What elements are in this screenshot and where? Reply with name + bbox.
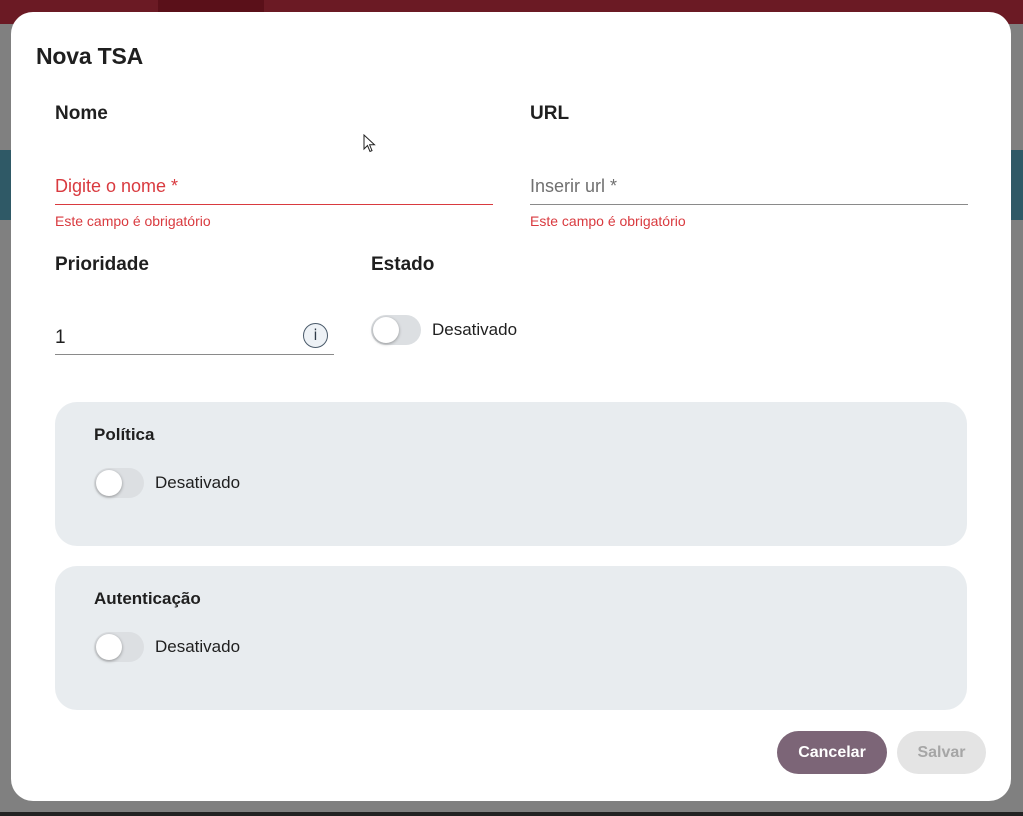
priority-input[interactable]: 1 i: [55, 323, 334, 355]
background-footer: [0, 812, 1023, 816]
policy-toggle-label: Desativado: [155, 473, 241, 492]
authentication-panel: Autenticação Desativado: [55, 566, 967, 710]
url-input[interactable]: Inserir url *: [530, 173, 968, 205]
name-placeholder: Digite o nome *: [55, 176, 179, 196]
dialog-title: Nova TSA: [36, 43, 144, 69]
url-label: URL: [530, 103, 570, 124]
name-label: Nome: [55, 103, 108, 124]
policy-toggle[interactable]: [94, 468, 144, 498]
toggle-knob: [373, 317, 399, 343]
authentication-toggle-label: Desativado: [155, 637, 241, 656]
url-error-message: Este campo é obrigatório: [530, 213, 686, 229]
priority-value: 1: [55, 327, 66, 348]
new-tsa-dialog: Nova TSA Nome Digite o nome * Este campo…: [11, 12, 1011, 801]
policy-title: Política: [94, 425, 155, 444]
state-toggle[interactable]: [371, 315, 421, 345]
state-toggle-label: Desativado: [432, 320, 518, 339]
mouse-cursor-icon: [363, 134, 376, 153]
info-icon[interactable]: i: [303, 323, 328, 348]
authentication-toggle[interactable]: [94, 632, 144, 662]
url-placeholder: Inserir url *: [530, 176, 618, 196]
toggle-knob: [96, 634, 122, 660]
authentication-title: Autenticação: [94, 589, 201, 608]
cancel-button[interactable]: Cancelar: [777, 731, 887, 774]
name-input[interactable]: Digite o nome *: [55, 173, 493, 205]
priority-label: Prioridade: [55, 254, 149, 275]
state-label: Estado: [371, 254, 435, 275]
policy-panel: Política Desativado: [55, 402, 967, 546]
name-error-message: Este campo é obrigatório: [55, 213, 211, 229]
save-button[interactable]: Salvar: [897, 731, 986, 774]
toggle-knob: [96, 470, 122, 496]
